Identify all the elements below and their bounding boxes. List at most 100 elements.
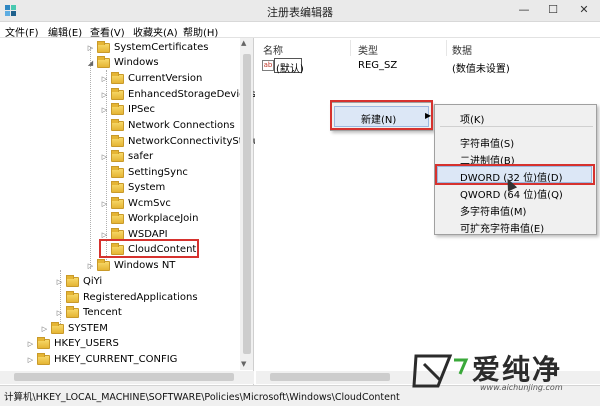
expand-arrow-icon[interactable]: ▷ [26, 340, 35, 348]
tree-node-tencent[interactable]: ▷ Tencent [55, 305, 122, 320]
cloudcontent-highlight-box [99, 239, 199, 258]
tree-node-system-hive[interactable]: ▷ SYSTEM [40, 321, 108, 336]
folder-icon [111, 118, 124, 131]
submenu-separator [440, 126, 593, 127]
tree-node-label: System [128, 182, 166, 193]
expand-arrow-icon[interactable]: ▷ [100, 231, 109, 239]
tree-node-label: SystemCertificates [114, 42, 209, 53]
expand-arrow-icon[interactable]: ▷ [26, 356, 35, 364]
column-separator[interactable] [350, 40, 351, 56]
folder-icon [37, 352, 50, 365]
list-hscroll-thumb[interactable] [270, 373, 390, 381]
tree-node-registeredapplications[interactable]: RegisteredApplications [55, 290, 198, 305]
folder-icon [111, 87, 124, 100]
menu-file[interactable]: 文件(F) [5, 24, 39, 39]
folder-icon [111, 149, 124, 162]
expand-arrow-icon[interactable]: ▷ [55, 309, 64, 317]
expand-arrow-icon[interactable]: ▷ [55, 278, 64, 286]
tree-node-label: SYSTEM [68, 323, 108, 334]
tree-node-systemcertificates[interactable]: ▷ SystemCertificates [86, 40, 208, 55]
watermark-brand: 爱纯净 [472, 353, 563, 386]
tree-node-hkey-current-config[interactable]: ▷ HKEY_CURRENT_CONFIG [26, 352, 177, 367]
submenu-item-expandable-string-value[interactable]: 可扩充字符串值(E) [460, 220, 544, 235]
expand-arrow-icon[interactable]: ▷ [86, 44, 95, 52]
scroll-up-arrow-icon[interactable]: ▲ [241, 39, 246, 47]
column-separator[interactable] [446, 40, 447, 56]
expand-arrow-icon[interactable]: ▷ [100, 153, 109, 161]
tree-node-enhancedstoragedevices[interactable]: ▷ EnhancedStorageDevices [100, 87, 256, 102]
tree-node-label: EnhancedStorageDevices [128, 89, 256, 100]
close-button[interactable]: ✕ [568, 0, 600, 20]
folder-open-icon [97, 55, 110, 68]
column-header-data[interactable]: 数据 [452, 42, 472, 57]
menu-view[interactable]: 查看(V) [90, 24, 125, 39]
submenu-item-multi-string-value[interactable]: 多字符串值(M) [460, 203, 526, 218]
tree-node-label: safer [128, 151, 154, 162]
column-header-name[interactable]: 名称 [263, 42, 283, 57]
tree-hscroll-thumb[interactable] [14, 373, 234, 381]
tree-node-hkey-users[interactable]: ▷ HKEY_USERS [26, 336, 119, 351]
folder-icon [37, 336, 50, 349]
submenu-item-string-value[interactable]: 字符串值(S) [460, 135, 514, 150]
tree-node-windows-nt[interactable]: ▷ Windows NT [86, 258, 175, 273]
folder-icon [66, 305, 79, 318]
folder-icon [111, 180, 124, 193]
column-header-type[interactable]: 类型 [358, 42, 378, 57]
tree-scroll-thumb[interactable] [243, 54, 251, 354]
tree-node-label: CurrentVersion [128, 73, 203, 84]
folder-icon [66, 274, 79, 287]
tree-node-network-connections[interactable]: Network Connections [100, 118, 235, 133]
folder-icon [111, 211, 124, 224]
minimize-button[interactable]: — [510, 0, 538, 20]
tree-node-label: Windows [114, 57, 159, 68]
tree-node-label: HKEY_USERS [54, 338, 119, 349]
folder-icon [51, 321, 64, 334]
dword-highlight-box [435, 164, 595, 185]
expand-arrow-icon[interactable]: ▷ [86, 262, 95, 270]
expand-arrow-icon[interactable]: ▷ [40, 325, 49, 333]
tree-node-windows[interactable]: ◢ Windows [86, 55, 159, 70]
tree-node-label: QiYi [83, 276, 103, 287]
tree-node-ipsec[interactable]: ▷ IPSec [100, 102, 155, 117]
collapse-arrow-icon[interactable]: ◢ [86, 59, 95, 67]
tree-node-workplacejoin[interactable]: WorkplaceJoin [100, 211, 198, 226]
tree-node-label: Network Connections [128, 120, 235, 131]
folder-icon [66, 290, 79, 303]
tree-node-safer[interactable]: ▷ safer [100, 149, 153, 164]
watermark-url: www.aichunjing.com [480, 383, 563, 392]
menu-edit[interactable]: 编辑(E) [48, 24, 82, 39]
scroll-down-arrow-icon[interactable]: ▼ [241, 360, 246, 368]
tree-guide-line [90, 47, 91, 269]
menu-favorites[interactable]: 收藏夹(A) [133, 24, 178, 39]
maximize-button[interactable]: ☐ [539, 0, 567, 20]
folder-icon [97, 258, 110, 271]
submenu-item-key[interactable]: 项(K) [460, 111, 484, 126]
tree-node-networkconnectivitystatus[interactable]: NetworkConnectivityStatu [100, 134, 259, 149]
expand-arrow-icon[interactable]: ▷ [100, 91, 109, 99]
folder-icon [111, 71, 124, 84]
tree-node-label: HKEY_CURRENT_CONFIG [54, 354, 178, 365]
folder-icon [97, 40, 110, 53]
status-path: 计算机\HKEY_LOCAL_MACHINE\SOFTWARE\Policies… [4, 392, 400, 403]
folder-icon [111, 102, 124, 115]
expand-arrow-icon[interactable]: ▷ [100, 106, 109, 114]
tree-node-currentversion[interactable]: ▷ CurrentVersion [100, 71, 202, 86]
expand-arrow-icon[interactable]: ▷ [100, 75, 109, 83]
folder-icon [111, 134, 124, 147]
tree-node-label: RegisteredApplications [83, 292, 198, 303]
tree-node-label: WcmSvc [128, 198, 171, 209]
value-name[interactable]: (默认) [276, 60, 304, 75]
expand-arrow-icon[interactable]: ▷ [100, 200, 109, 208]
tree-node-label: Windows NT [114, 260, 176, 271]
tree-node-settingsync[interactable]: SettingSync [100, 165, 188, 180]
menu-bar: 文件(F) 编辑(E) 查看(V) 收藏夹(A) 帮助(H) [0, 22, 600, 39]
tree-node-qiyi[interactable]: ▷ QiYi [55, 274, 102, 289]
title-bar: 注册表编辑器 — ☐ ✕ [0, 0, 600, 22]
new-item-highlight-box [330, 100, 433, 130]
menu-help[interactable]: 帮助(H) [183, 24, 218, 39]
folder-icon [111, 196, 124, 209]
tree-node-wcmsvc[interactable]: ▷ WcmSvc [100, 196, 171, 211]
tree-node-label: Tencent [83, 307, 122, 318]
string-value-icon: ab [262, 60, 274, 71]
tree-node-system[interactable]: System [100, 180, 165, 195]
